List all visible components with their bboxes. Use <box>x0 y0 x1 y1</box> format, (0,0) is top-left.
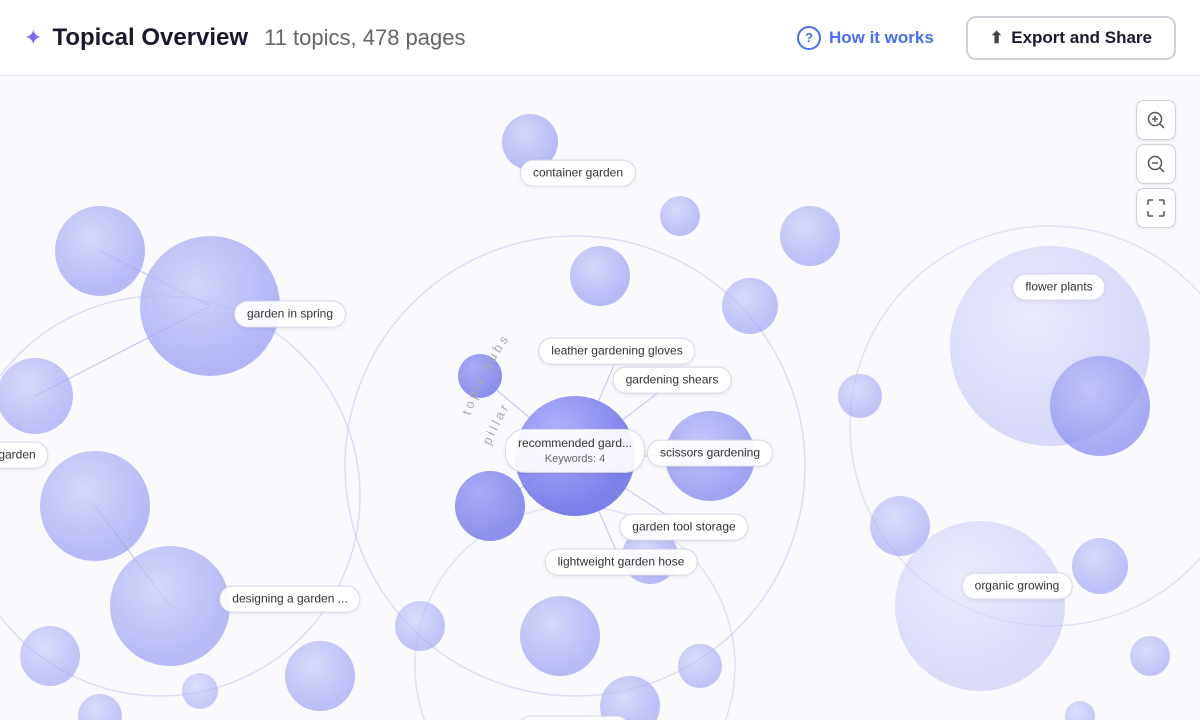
label-container-garden: container garden <box>520 160 636 187</box>
header: ✦ Topical Overview 11 topics, 478 pages … <box>0 0 1200 76</box>
label-garden-in-spring: garden in spring <box>234 301 346 328</box>
label-designing-garden: designing a garden ... <box>219 586 360 613</box>
label-scissors-gardening: scissors gardening <box>647 440 773 467</box>
label-gardening-shears: gardening shears <box>613 367 732 394</box>
svg-text:topic subs: topic subs <box>459 330 513 417</box>
page-title: Topical Overview <box>52 24 248 52</box>
topic-overview-canvas[interactable]: topic subs pillar container garden garde… <box>0 76 1200 720</box>
export-share-label: Export and Share <box>1011 28 1152 48</box>
label-garden-left: garden <box>0 442 49 469</box>
sparkle-icon: ✦ <box>24 25 42 51</box>
question-icon: ? <box>797 26 821 50</box>
page-subtitle: 11 topics, 478 pages <box>264 25 465 51</box>
how-it-works-label: How it works <box>829 28 934 48</box>
export-share-button[interactable]: ⬆ Export and Share <box>966 16 1176 60</box>
export-icon: ⬆ <box>990 28 1003 48</box>
zoom-in-button[interactable] <box>1136 100 1176 140</box>
how-it-works-button[interactable]: ? How it works <box>777 16 954 60</box>
label-organic-growing: organic growing <box>962 573 1073 600</box>
fit-screen-button[interactable] <box>1136 188 1176 228</box>
label-recommended-gard: recommended gard... Keywords: 4 <box>505 429 645 473</box>
label-what-causes: what causes s... <box>518 716 630 720</box>
header-actions: ? How it works ⬆ Export and Share <box>777 16 1176 60</box>
label-garden-tool-storage: garden tool storage <box>619 514 748 541</box>
label-lightweight-garden-hose: lightweight garden hose <box>545 549 698 576</box>
fit-icon <box>1147 199 1165 217</box>
zoom-out-button[interactable] <box>1136 144 1176 184</box>
zoom-out-icon <box>1147 155 1165 173</box>
zoom-controls <box>1136 100 1176 228</box>
zoom-in-icon <box>1147 111 1165 129</box>
label-flower-plants: flower plants <box>1012 274 1105 301</box>
label-leather-gloves: leather gardening gloves <box>538 338 695 365</box>
header-left: ✦ Topical Overview 11 topics, 478 pages <box>24 24 777 52</box>
